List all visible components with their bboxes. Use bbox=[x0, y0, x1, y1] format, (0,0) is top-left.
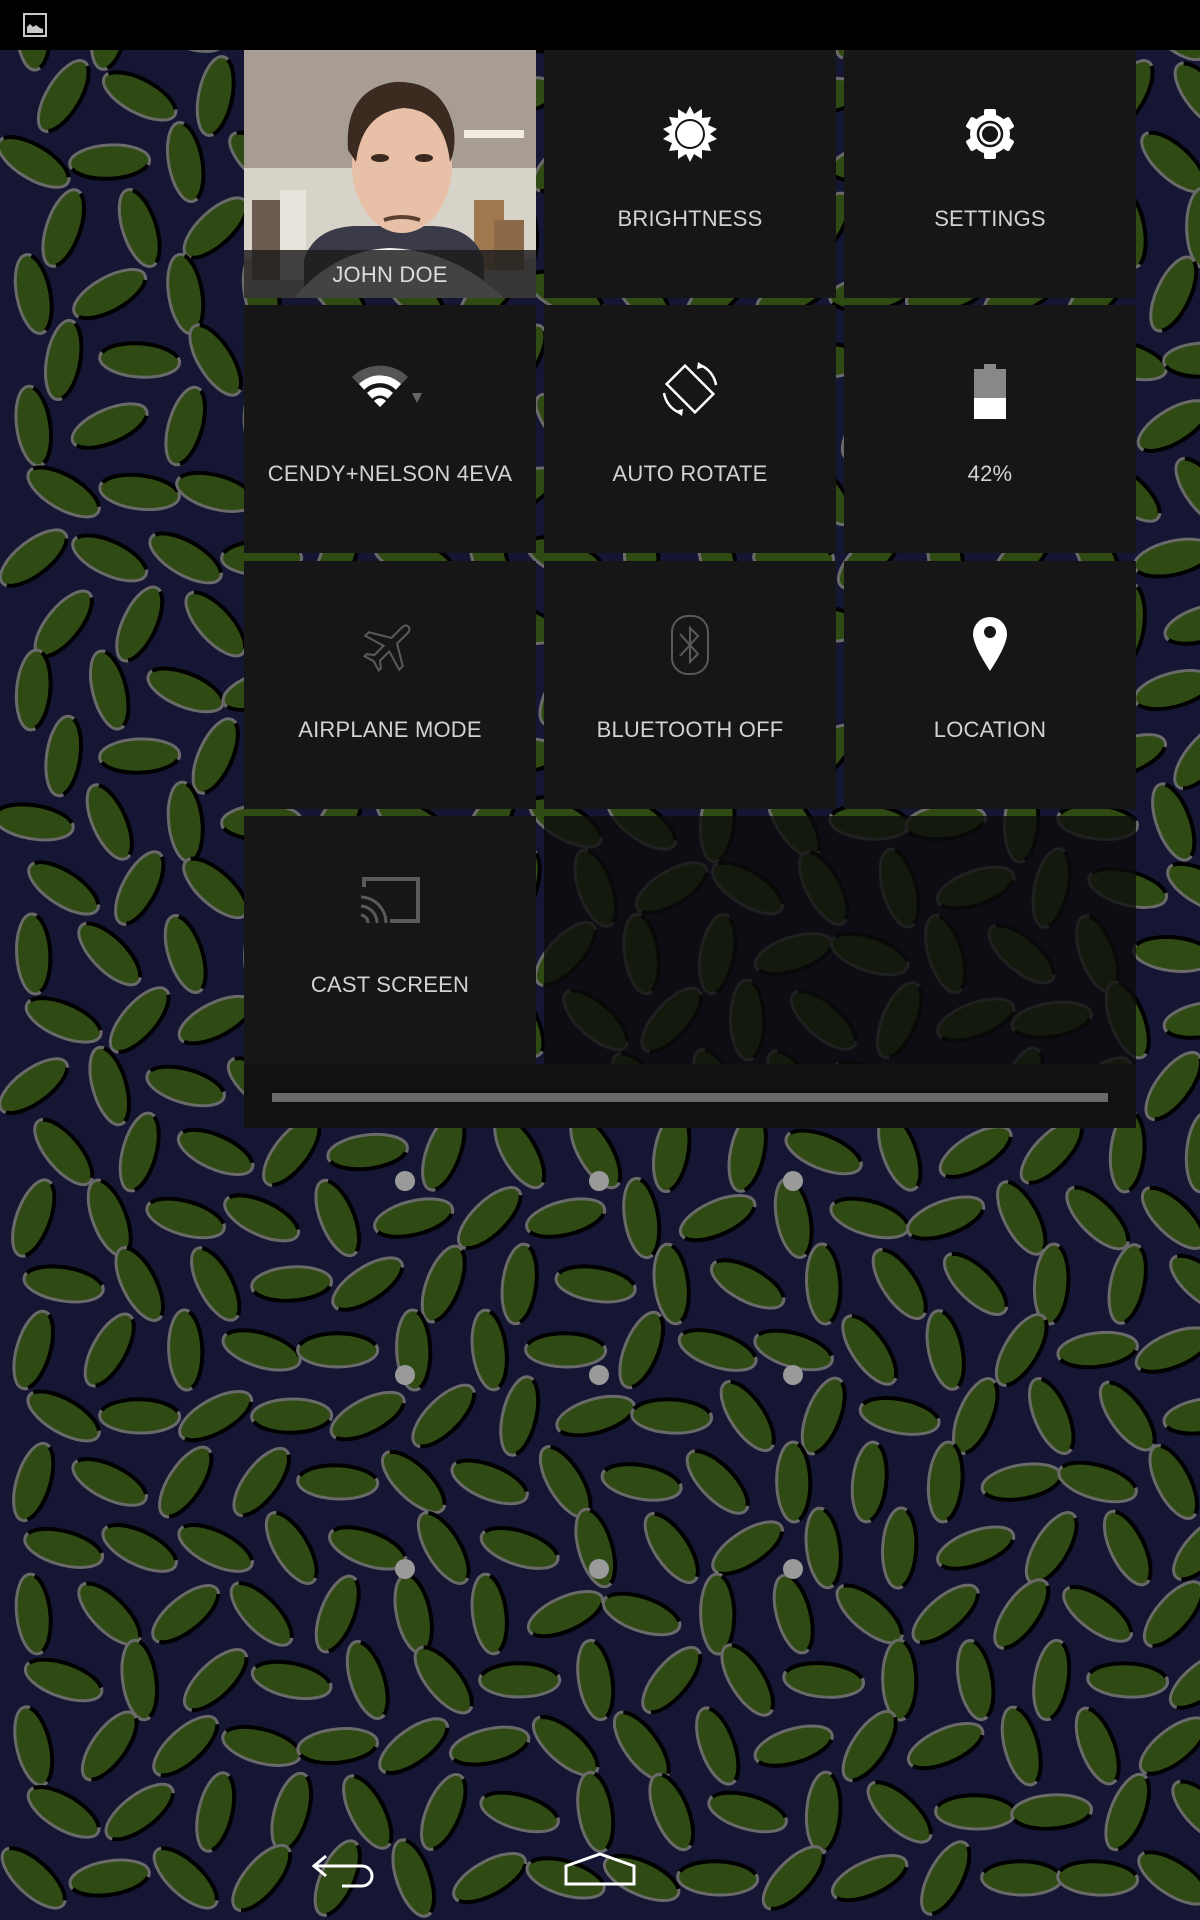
home-icon[interactable] bbox=[562, 1852, 638, 1888]
cast-icon bbox=[360, 877, 420, 924]
pattern-dot[interactable] bbox=[589, 1559, 609, 1579]
wallpaper-leaf bbox=[296, 1331, 380, 1369]
location-pin-icon bbox=[973, 617, 1007, 671]
status-bar bbox=[0, 0, 1200, 50]
rotate-icon bbox=[662, 362, 718, 416]
tile-auto-rotate[interactable]: AUTO ROTATE bbox=[544, 305, 836, 553]
wallpaper-leaf bbox=[934, 1793, 1018, 1831]
tile-location-label: LOCATION bbox=[933, 717, 1047, 742]
wallpaper-leaf bbox=[881, 1638, 919, 1722]
tile-location[interactable]: LOCATION bbox=[844, 561, 1136, 809]
pattern-dot[interactable] bbox=[589, 1171, 609, 1191]
tile-airplane-mode[interactable]: AIRPLANE MODE bbox=[244, 561, 536, 809]
tile-brightness-label: BRIGHTNESS bbox=[617, 206, 763, 231]
gear-icon bbox=[966, 109, 1014, 159]
wallpaper-leaf bbox=[478, 1661, 562, 1699]
tile-airplane-mode-label: AIRPLANE MODE bbox=[298, 717, 482, 742]
wifi-dropdown-icon bbox=[412, 393, 422, 403]
quick-settings-panel: JOHN DOE BRIGHTNESS SETTINGS CENDY+NELSO… bbox=[244, 50, 1136, 1128]
panel-drag-handle[interactable] bbox=[272, 1093, 1108, 1102]
tile-brightness[interactable]: BRIGHTNESS bbox=[544, 50, 836, 298]
tile-bluetooth[interactable]: BLUETOOTH OFF bbox=[544, 561, 836, 809]
wifi-icon bbox=[352, 365, 422, 407]
tile-wifi-label: CENDY+NELSON 4EVA bbox=[267, 461, 513, 486]
wallpaper-leaf bbox=[524, 1331, 608, 1369]
wallpaper-leaf bbox=[775, 1440, 813, 1524]
wallpaper-leaf bbox=[699, 1572, 737, 1656]
tile-settings-label: SETTINGS bbox=[934, 206, 1046, 231]
pattern-dot[interactable] bbox=[783, 1365, 803, 1385]
tile-battery[interactable]: 42% bbox=[844, 305, 1136, 553]
tile-wifi[interactable]: CENDY+NELSON 4EVA bbox=[244, 305, 536, 553]
wallpaper-leaf bbox=[980, 1859, 1064, 1897]
tile-bluetooth-label: BLUETOOTH OFF bbox=[596, 717, 784, 742]
brightness-icon bbox=[663, 106, 717, 162]
battery-level-fill bbox=[974, 398, 1006, 419]
pattern-dot[interactable] bbox=[395, 1365, 415, 1385]
pattern-dot[interactable] bbox=[589, 1365, 609, 1385]
bluetooth-icon bbox=[671, 615, 709, 675]
tile-cast-screen[interactable]: CAST SCREEN bbox=[244, 816, 536, 1064]
image-icon[interactable] bbox=[23, 13, 47, 37]
tile-cast-screen-label: CAST SCREEN bbox=[310, 972, 470, 997]
panel-bottom-strip bbox=[244, 1064, 1136, 1128]
pattern-dot[interactable] bbox=[395, 1559, 415, 1579]
wallpaper-leaf bbox=[98, 1397, 182, 1435]
tile-auto-rotate-label: AUTO ROTATE bbox=[612, 461, 768, 486]
panel-empty-area bbox=[544, 816, 1136, 1064]
battery-icon bbox=[974, 364, 1006, 419]
user-name-label: JOHN DOE bbox=[332, 262, 448, 287]
back-icon[interactable] bbox=[308, 1852, 380, 1892]
tile-settings[interactable]: SETTINGS bbox=[844, 50, 1136, 298]
tile-battery-label: 42% bbox=[967, 461, 1013, 486]
pattern-dot[interactable] bbox=[783, 1171, 803, 1191]
user-tile[interactable]: JOHN DOE bbox=[244, 50, 536, 298]
pattern-dot[interactable] bbox=[395, 1171, 415, 1191]
wallpaper-leaf bbox=[250, 1397, 334, 1435]
airplane-icon bbox=[362, 624, 411, 673]
pattern-dot[interactable] bbox=[783, 1559, 803, 1579]
